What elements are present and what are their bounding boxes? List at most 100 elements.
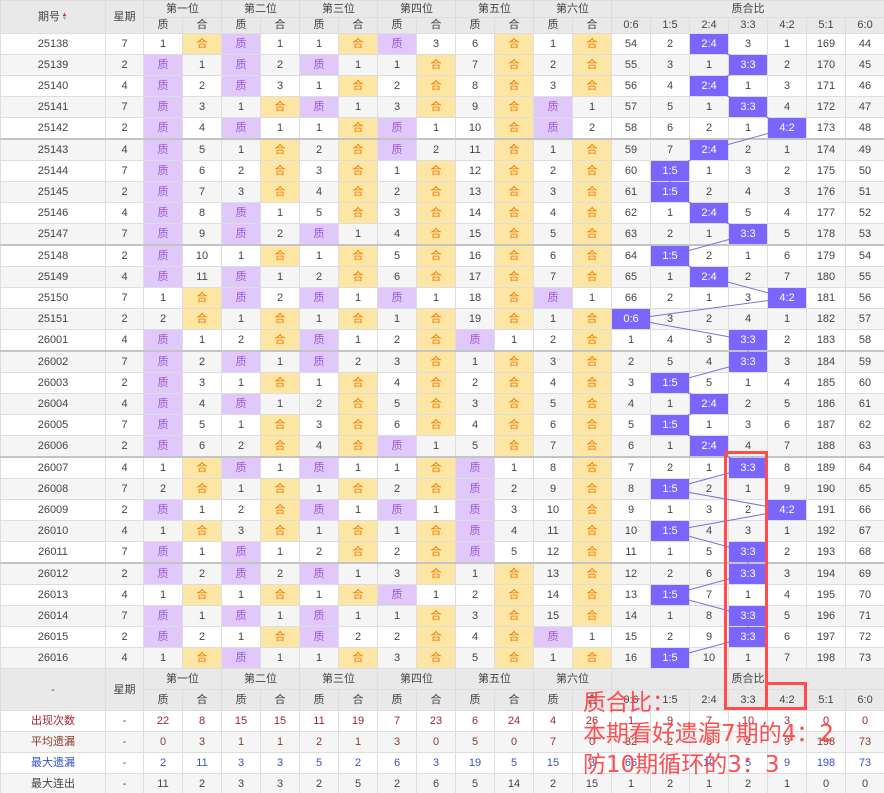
he-hit-cell: 合 — [494, 372, 534, 394]
ratio-omission-cell: 73 — [844, 647, 884, 669]
annotation-line-1: 质合比： — [583, 690, 675, 716]
weekday: 2 — [105, 626, 144, 648]
ratio-omission-cell: 12 — [611, 562, 651, 585]
he-hit-cell: 合 — [494, 414, 534, 436]
omission-cell: 15 — [455, 223, 495, 246]
ratio-omission-cell: 1 — [728, 584, 768, 606]
zhi-hit-cell: 质 — [221, 266, 261, 288]
ratio-omission-cell: 187 — [806, 414, 846, 436]
he-hit-cell: 合 — [416, 54, 456, 76]
he-hit-cell: 合 — [338, 372, 378, 394]
ratio-omission-cell: 170 — [806, 54, 846, 76]
stats-value: 3 — [260, 773, 300, 793]
stats-value: 19 — [455, 752, 495, 774]
he-hit-cell: 合 — [416, 393, 456, 415]
omission-cell: 1 — [299, 308, 339, 330]
ratio-omission-cell: 64 — [844, 456, 884, 479]
omission-cell: 3 — [299, 414, 339, 436]
ratio-omission-cell: 4 — [689, 520, 729, 542]
ratio-omission-cell: 2 — [650, 626, 690, 648]
omission-cell: 1 — [533, 308, 573, 330]
omission-cell: 2 — [221, 160, 261, 182]
ratio-omission-cell: 194 — [806, 562, 846, 585]
omission-cell: 1 — [455, 350, 495, 373]
stats-value: 73 — [844, 752, 884, 774]
zhi-hit-cell: 质 — [143, 414, 183, 436]
ratio-omission-cell: 196 — [806, 605, 846, 627]
ratio-omission-cell: 2 — [728, 266, 768, 288]
omission-cell: 3 — [533, 75, 573, 97]
ratio-omission-cell: 61 — [611, 181, 651, 203]
omission-cell: 1 — [377, 456, 417, 479]
ratio-omission-cell: 2 — [767, 54, 807, 76]
omission-cell: 2 — [221, 329, 261, 352]
ratio-omission-cell: 2 — [728, 499, 768, 521]
zhi-hit-cell: 质 — [143, 138, 183, 161]
zhi-hit-cell: 质 — [455, 329, 495, 352]
he-hit-cell: 合 — [572, 414, 612, 436]
he-hit-cell: 合 — [494, 435, 534, 458]
ratio-omission-cell: 2 — [689, 117, 729, 140]
he-hit-cell: 合 — [416, 414, 456, 436]
table-row: 25143 4 质 5 1 合 2 合质 2 11 合 1 合 59 7 2:4 2 1 174 49 — [0, 138, 884, 161]
omission-cell: 6 — [182, 160, 222, 182]
omission-cell: 15 — [533, 605, 573, 627]
ratio-subheader: 3:3 — [728, 17, 768, 34]
annotation-note: 质合比： 本期看好遗漏7期的4：2 防10期循环的3：3 — [583, 688, 834, 781]
zhi-hit-cell: 质 — [143, 541, 183, 564]
omission-cell: 1 — [572, 287, 612, 309]
ratio-hit-cell: 2:4 — [689, 435, 729, 458]
he-hit-cell: 合 — [572, 541, 612, 564]
he-hit-cell: 合 — [338, 520, 378, 542]
ratio-hit-cell: 2:4 — [689, 202, 729, 224]
sort-icon[interactable]: ▲ ▼ — [61, 12, 68, 22]
stats-label: 出现次数 — [0, 710, 106, 732]
ratio-omission-cell: 1 — [728, 478, 768, 500]
ratio-omission-cell: 3 — [767, 75, 807, 97]
he-hit-cell: 合 — [572, 435, 612, 458]
ratio-omission-cell: 59 — [611, 138, 651, 161]
ratio-omission-cell: 1 — [728, 75, 768, 97]
omission-cell: 1 — [143, 456, 183, 479]
he-subheader: 合 — [416, 689, 456, 711]
he-hit-cell: 合 — [260, 520, 300, 542]
table-row: 26012 2 质 2 质 2 质 1 3 合 1 合 13 合 12 2 6 3:3 3 194 69 — [0, 562, 884, 585]
issue-column-header[interactable]: 期号 ▲ ▼ — [0, 0, 106, 34]
omission-cell: 1 — [221, 96, 261, 118]
omission-cell: 1 — [260, 456, 300, 479]
ratio-omission-cell: 3 — [767, 181, 807, 203]
ratio-omission-cell: 3 — [728, 287, 768, 309]
he-hit-cell: 合 — [572, 372, 612, 394]
he-subheader: 合 — [182, 17, 222, 34]
ratio-subheader: 4:2 — [767, 17, 807, 34]
omission-cell: 1 — [377, 605, 417, 627]
ratio-group-header: 质合比 — [610, 0, 884, 18]
he-subheader: 合 — [338, 689, 378, 711]
zhi-hit-cell: 质 — [221, 393, 261, 415]
omission-cell: 3 — [377, 647, 417, 669]
ratio-omission-cell: 1 — [728, 647, 768, 669]
stats-value: 5 — [299, 752, 339, 774]
issue-number: 26010 — [0, 520, 106, 542]
stats-value: 0 — [143, 731, 183, 753]
omission-cell: 1 — [182, 541, 222, 564]
zhi-hit-cell: 质 — [377, 287, 417, 309]
table-row: 26013 4 1 合 1 合 1 合质 1 2 合 14 合 13 1:5 7 1 4 195 70 — [0, 584, 884, 606]
ratio-omission-cell: 9 — [767, 478, 807, 500]
issue-header-label: 期号 — [38, 11, 60, 23]
stats-value: 14 — [494, 773, 534, 793]
he-hit-cell: 合 — [260, 308, 300, 330]
he-hit-cell: 合 — [338, 393, 378, 415]
omission-cell: 1 — [221, 308, 261, 330]
ratio-omission-cell: 13 — [611, 584, 651, 606]
stats-value: 3 — [416, 752, 456, 774]
ratio-hit-cell: 0:6 — [611, 308, 651, 330]
omission-cell: 3 — [494, 499, 534, 521]
table-row: 25141 7 质 3 1 合质 1 3 合 9 合质 1 57 5 1 3:3 4 172 47 — [0, 96, 884, 118]
omission-cell: 1 — [416, 117, 456, 140]
ratio-omission-cell: 3 — [728, 33, 768, 55]
he-hit-cell: 合 — [572, 181, 612, 203]
he-hit-cell: 合 — [182, 584, 222, 606]
omission-cell: 2 — [455, 372, 495, 394]
omission-cell: 3 — [182, 372, 222, 394]
